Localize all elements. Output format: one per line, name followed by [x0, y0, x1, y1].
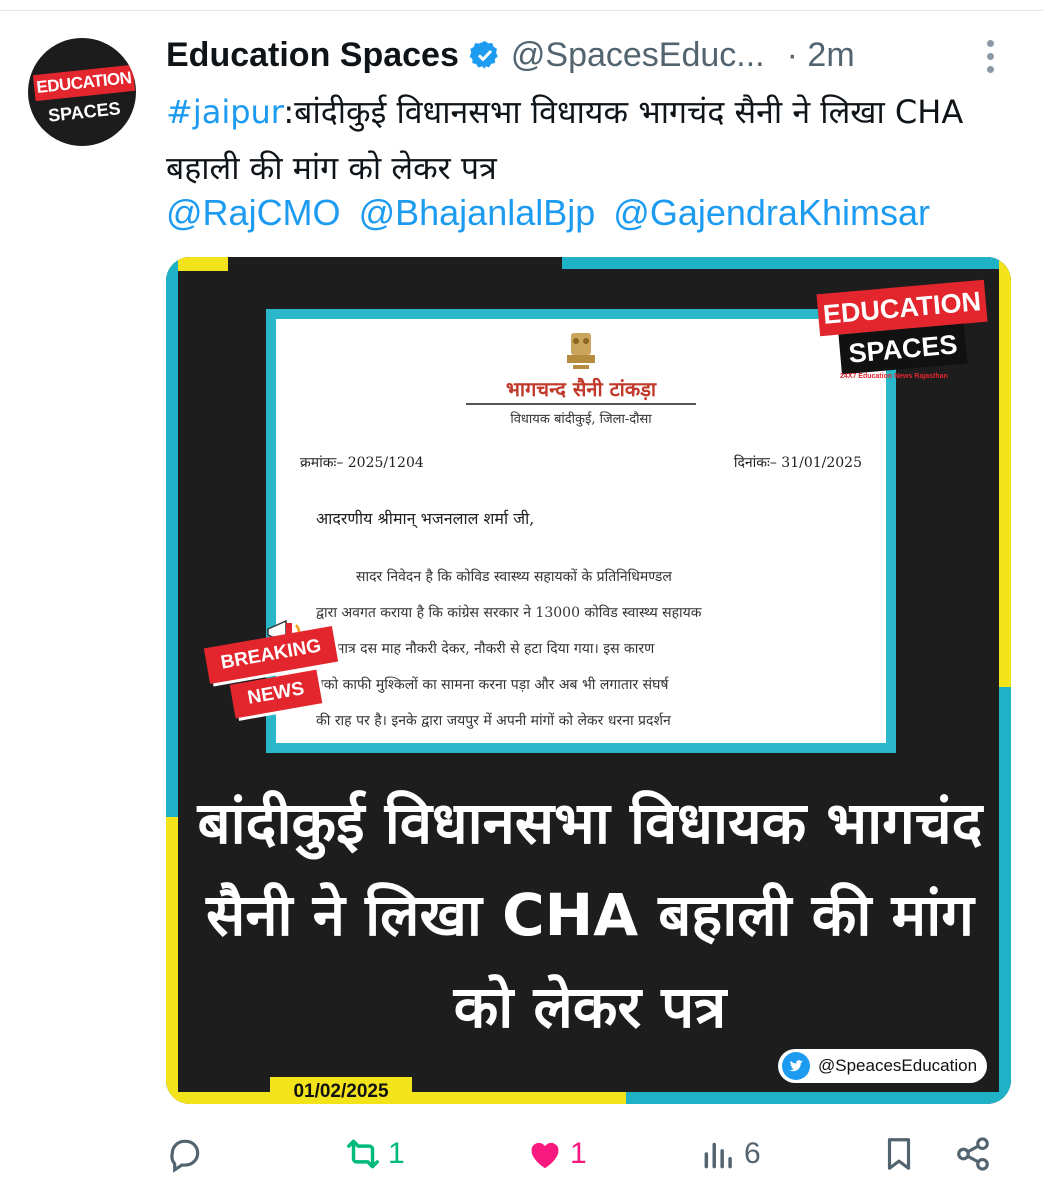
border-accent [166, 257, 178, 817]
letter-reference: क्रमांकः– 2025/1204 [300, 455, 424, 471]
twitter-handle-text: @SpeacesEducation [818, 1056, 978, 1075]
mention-link[interactable]: @RajCMO [166, 192, 341, 233]
letter-document: भागचन्द सैनी टांकड़ा विधायक बांदीकुई, जि… [276, 319, 886, 743]
views-chart-icon [704, 1142, 732, 1169]
tweet-body: :बांदीकुई विधानसभा विधायक भागचंद सैनी ने… [166, 93, 964, 187]
action-bar: 1 1 6 [0, 1128, 1043, 1180]
mention-link[interactable]: @GajendraKhimsar [613, 192, 930, 233]
like-button[interactable]: 1 [526, 1128, 587, 1180]
hashtag-link[interactable]: #jaipur [166, 93, 283, 131]
emblem-icon [567, 333, 595, 369]
brand-tagline: 24X7 Education News Rajasthan [840, 373, 948, 380]
mention-link[interactable]: @BhajanlalBjp [359, 192, 596, 233]
brand-badge: EDUCATION SPACES 24X7 Education News Raj… [816, 279, 988, 380]
views-count: 6 [744, 1137, 761, 1170]
letterhead-rule [466, 403, 696, 405]
twitter-handle-tag: @SpeacesEducation [778, 1049, 988, 1083]
bookmark-icon [887, 1138, 911, 1170]
letter-salutation: आदरणीय श्रीमान् भजनलाल शर्मा जी, [316, 509, 535, 528]
reply-button[interactable] [166, 1128, 210, 1180]
letter-line: सादर निवेदन है कि कोविड स्वास्थ्य सहायको… [356, 569, 672, 585]
border-accent [999, 687, 1011, 1104]
share-button[interactable] [954, 1128, 992, 1180]
retweet-icon [347, 1139, 379, 1169]
letter-line: द्वारा अवगत कराया है कि कांग्रेस सरकार न… [316, 605, 702, 621]
tweet-header: Education Spaces @SpacesEduc... · 2m [166, 30, 855, 80]
image-headline: बांदीकुई विधानसभा विधायक भागचंद सैनी ने … [197, 789, 983, 1041]
letterhead-name: भागचन्द सैनी टांकड़ा [505, 377, 657, 401]
border-accent [626, 1092, 1011, 1104]
breaking-news-badge: BREAKING NEWS [203, 617, 346, 727]
letter-line: की राह पर है। इनके द्वारा जयपुर में अपनी… [316, 713, 671, 729]
twitter-bird-icon [782, 1052, 810, 1080]
heart-icon [531, 1142, 559, 1169]
letterhead-designation: विधायक बांदीकुई, जिला-दौसा [510, 412, 652, 427]
reply-icon [170, 1139, 200, 1173]
tweet-text: #jaipur:बांदीकुई विधानसभा विधायक भागचंद … [166, 84, 1016, 196]
author-name[interactable]: Education Spaces [166, 36, 459, 75]
like-count: 1 [570, 1137, 587, 1170]
verified-badge-icon [469, 41, 498, 69]
retweet-count: 1 [388, 1137, 405, 1170]
share-icon [957, 1137, 989, 1171]
border-accent [562, 257, 1011, 269]
avatar-text-top: EDUCATION [32, 64, 136, 102]
timestamp[interactable]: · 2m [787, 36, 855, 75]
more-options-icon[interactable] [980, 40, 1000, 76]
letter-line: मात्र दस माह नौकरी देकर, नौकरी से हटा दि… [336, 641, 655, 657]
views-button[interactable]: 6 [700, 1128, 761, 1180]
letter-date: दिनांकः– 31/01/2025 [733, 455, 862, 471]
author-handle[interactable]: @SpacesEduc... [511, 36, 765, 75]
top-divider [0, 0, 1043, 11]
avatar-text-bottom: SPACES [46, 96, 122, 128]
border-accent [999, 257, 1011, 687]
mentions: @RajCMO @BhajanlalBjp @GajendraKhimsar [166, 192, 938, 234]
bookmark-button[interactable] [880, 1128, 918, 1180]
retweet-button[interactable]: 1 [344, 1128, 405, 1180]
border-accent [166, 817, 178, 1104]
avatar[interactable]: EDUCATION SPACES [28, 38, 136, 146]
tweet-media-image[interactable]: भागचन्द सैनी टांकड़ा विधायक बांदीकुई, जि… [166, 257, 1011, 1104]
image-date-tag: 01/02/2025 [270, 1077, 412, 1104]
letter-line: नको काफी मुश्किलों का सामना करना पड़ा और… [316, 677, 669, 693]
